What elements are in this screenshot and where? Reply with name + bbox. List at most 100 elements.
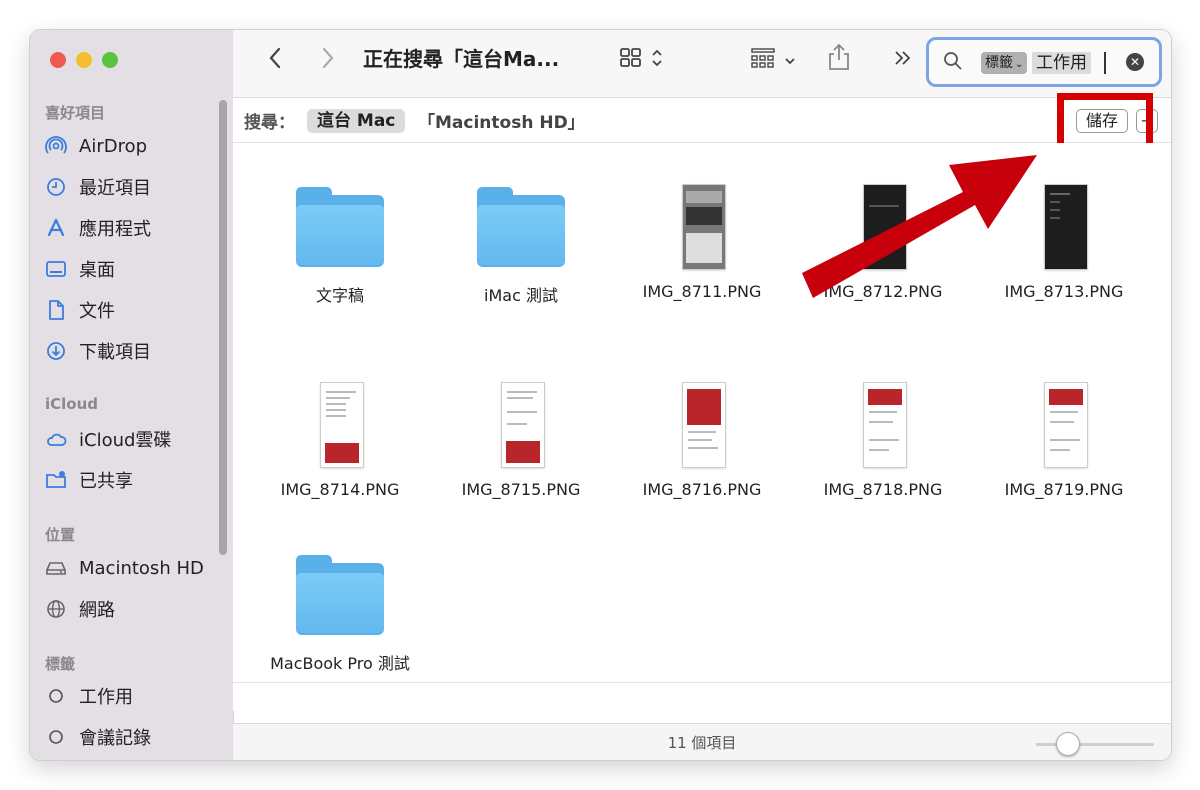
share-icon [827,42,851,76]
icon-grid-icon [619,47,643,73]
search-token-tag-filter[interactable]: 標籤 ⌄ [981,52,1028,74]
sidebar-item-tag-meeting[interactable]: 會議記錄 [45,720,151,754]
sidebar-item-label: 下載項目 [79,342,151,363]
share-button[interactable] [823,42,855,76]
scope-label: 搜尋： [244,113,295,133]
search-token-label: 標籤 [985,55,1013,71]
sidebar-item-label: iCloud雲碟 [79,430,172,451]
file-item[interactable]: IMG_8719.PNG [974,383,1154,499]
document-icon [45,299,67,321]
sidebar-item-shared[interactable]: 已共享 [45,463,133,497]
file-name: MacBook Pro 測試 [270,654,410,673]
file-name: IMG_8719.PNG [1004,480,1124,499]
sidebar-item-label: 桌面 [79,260,115,281]
file-item[interactable]: IMG_8716.PNG [612,383,792,499]
close-window-button[interactable] [50,52,66,68]
sidebar-item-label: 已共享 [79,471,133,492]
sidebar-item-recents[interactable]: 最近項目 [45,170,151,204]
desktop-icon [45,258,67,280]
file-item[interactable]: IMG_8718.PNG [793,383,973,499]
image-thumbnail-icon [477,383,565,467]
file-item[interactable]: IMG_8715.PNG [431,383,611,499]
chevron-left-icon [268,46,282,74]
sidebar-item-downloads[interactable]: 下載項目 [45,334,151,368]
chevron-down-icon: ⌄ [1015,59,1024,70]
airdrop-icon [45,135,67,157]
sidebar-item-label: 會議記錄 [79,728,151,749]
minimize-window-button[interactable] [76,52,92,68]
image-thumbnail-icon [839,383,927,467]
content-divider [233,682,1171,683]
search-icon [943,51,963,75]
sidebar-item-icloud-drive[interactable]: iCloud雲碟 [45,422,171,456]
text-caret [1104,52,1106,74]
scope-macintosh-hd-button[interactable]: 「Macintosh HD」 [418,108,585,133]
sidebar-item-label: 工作用 [79,687,133,708]
sidebar-item-macintosh-hd[interactable]: Macintosh HD [45,551,204,585]
more-toolbar-items-button[interactable] [888,45,918,75]
download-icon [45,340,67,362]
window-controls [50,52,118,68]
file-name: IMG_8718.PNG [823,480,943,499]
view-mode-button[interactable] [611,45,671,75]
sidebar-item-label: 應用程式 [79,219,151,240]
tag-circle-icon [45,685,67,707]
sidebar-item-label: AirDrop [79,135,148,157]
sidebar-item-airdrop[interactable]: AirDrop [45,129,147,163]
image-thumbnail-icon [839,185,927,269]
sidebar: 喜好項目 AirDrop 最近項目 應用程式 桌面 文件 下載項目 iCloud [30,30,234,760]
sidebar-section-favorites: 喜好項目 [45,104,106,122]
file-name: IMG_8716.PNG [642,480,762,499]
toolbar: 正在搜尋「這台Ma... 標籤 ⌄ 工作用 ✕ [233,30,1171,98]
clear-search-icon[interactable]: ✕ [1126,53,1144,71]
file-item[interactable]: 文字稿 [250,185,430,306]
file-name: IMG_8713.PNG [1004,282,1124,301]
zoom-window-button[interactable] [102,52,118,68]
file-item[interactable]: IMG_8713.PNG [974,185,1154,301]
image-thumbnail-icon [1020,185,1108,269]
image-thumbnail-icon [296,383,384,467]
item-count: 11 個項目 [667,734,737,752]
image-thumbnail-icon [658,185,746,269]
back-button[interactable] [260,45,290,75]
file-name: IMG_8714.PNG [280,480,400,499]
sidebar-item-documents[interactable]: 文件 [45,293,115,327]
file-name: IMG_8711.PNG [642,282,762,301]
file-item[interactable]: iMac 測試 [431,185,611,306]
icon-size-slider-knob[interactable] [1056,732,1080,756]
tag-circle-icon [45,726,67,748]
window-title: 正在搜尋「這台Ma... [363,47,560,71]
image-thumbnail-icon [1020,383,1108,467]
file-name: iMac 測試 [484,286,558,305]
sidebar-item-desktop[interactable]: 桌面 [45,252,115,286]
sidebar-section-locations: 位置 [45,526,76,544]
folder-icon [296,553,384,637]
finder-window: 喜好項目 AirDrop 最近項目 應用程式 桌面 文件 下載項目 iCloud [30,30,1171,760]
file-name: 文字稿 [315,286,364,305]
forward-button[interactable] [313,45,343,75]
shared-folder-icon [45,469,67,491]
sidebar-scrollbar[interactable] [219,100,227,555]
double-chevron-right-icon [893,49,913,71]
clock-icon [45,176,67,198]
file-item[interactable]: IMG_8712.PNG [793,185,973,301]
sidebar-item-network[interactable]: 網路 [45,592,115,626]
sidebar-item-label: 網路 [79,600,115,621]
group-by-button[interactable] [743,45,803,75]
sidebar-section-icloud: iCloud [45,395,99,413]
status-bar: 11 個項目 [233,723,1171,760]
file-item[interactable]: IMG_8711.PNG [612,185,792,301]
sidebar-item-applications[interactable]: 應用程式 [45,211,151,245]
cloud-icon [45,428,67,450]
image-thumbnail-icon [658,383,746,467]
icon-size-slider[interactable] [1036,743,1154,746]
search-token-value[interactable]: 工作用 [1032,52,1091,74]
sidebar-item-tag-work[interactable]: 工作用 [45,679,133,713]
file-item[interactable]: MacBook Pro 測試 [250,553,430,674]
scope-this-mac-button[interactable]: 這台 Mac [307,109,406,133]
chevron-updown-icon [651,48,663,72]
file-item[interactable]: IMG_8714.PNG [250,383,430,499]
search-field[interactable]: 標籤 ⌄ 工作用 ✕ [926,37,1162,87]
file-name: IMG_8715.PNG [461,480,581,499]
disk-icon [45,557,67,579]
